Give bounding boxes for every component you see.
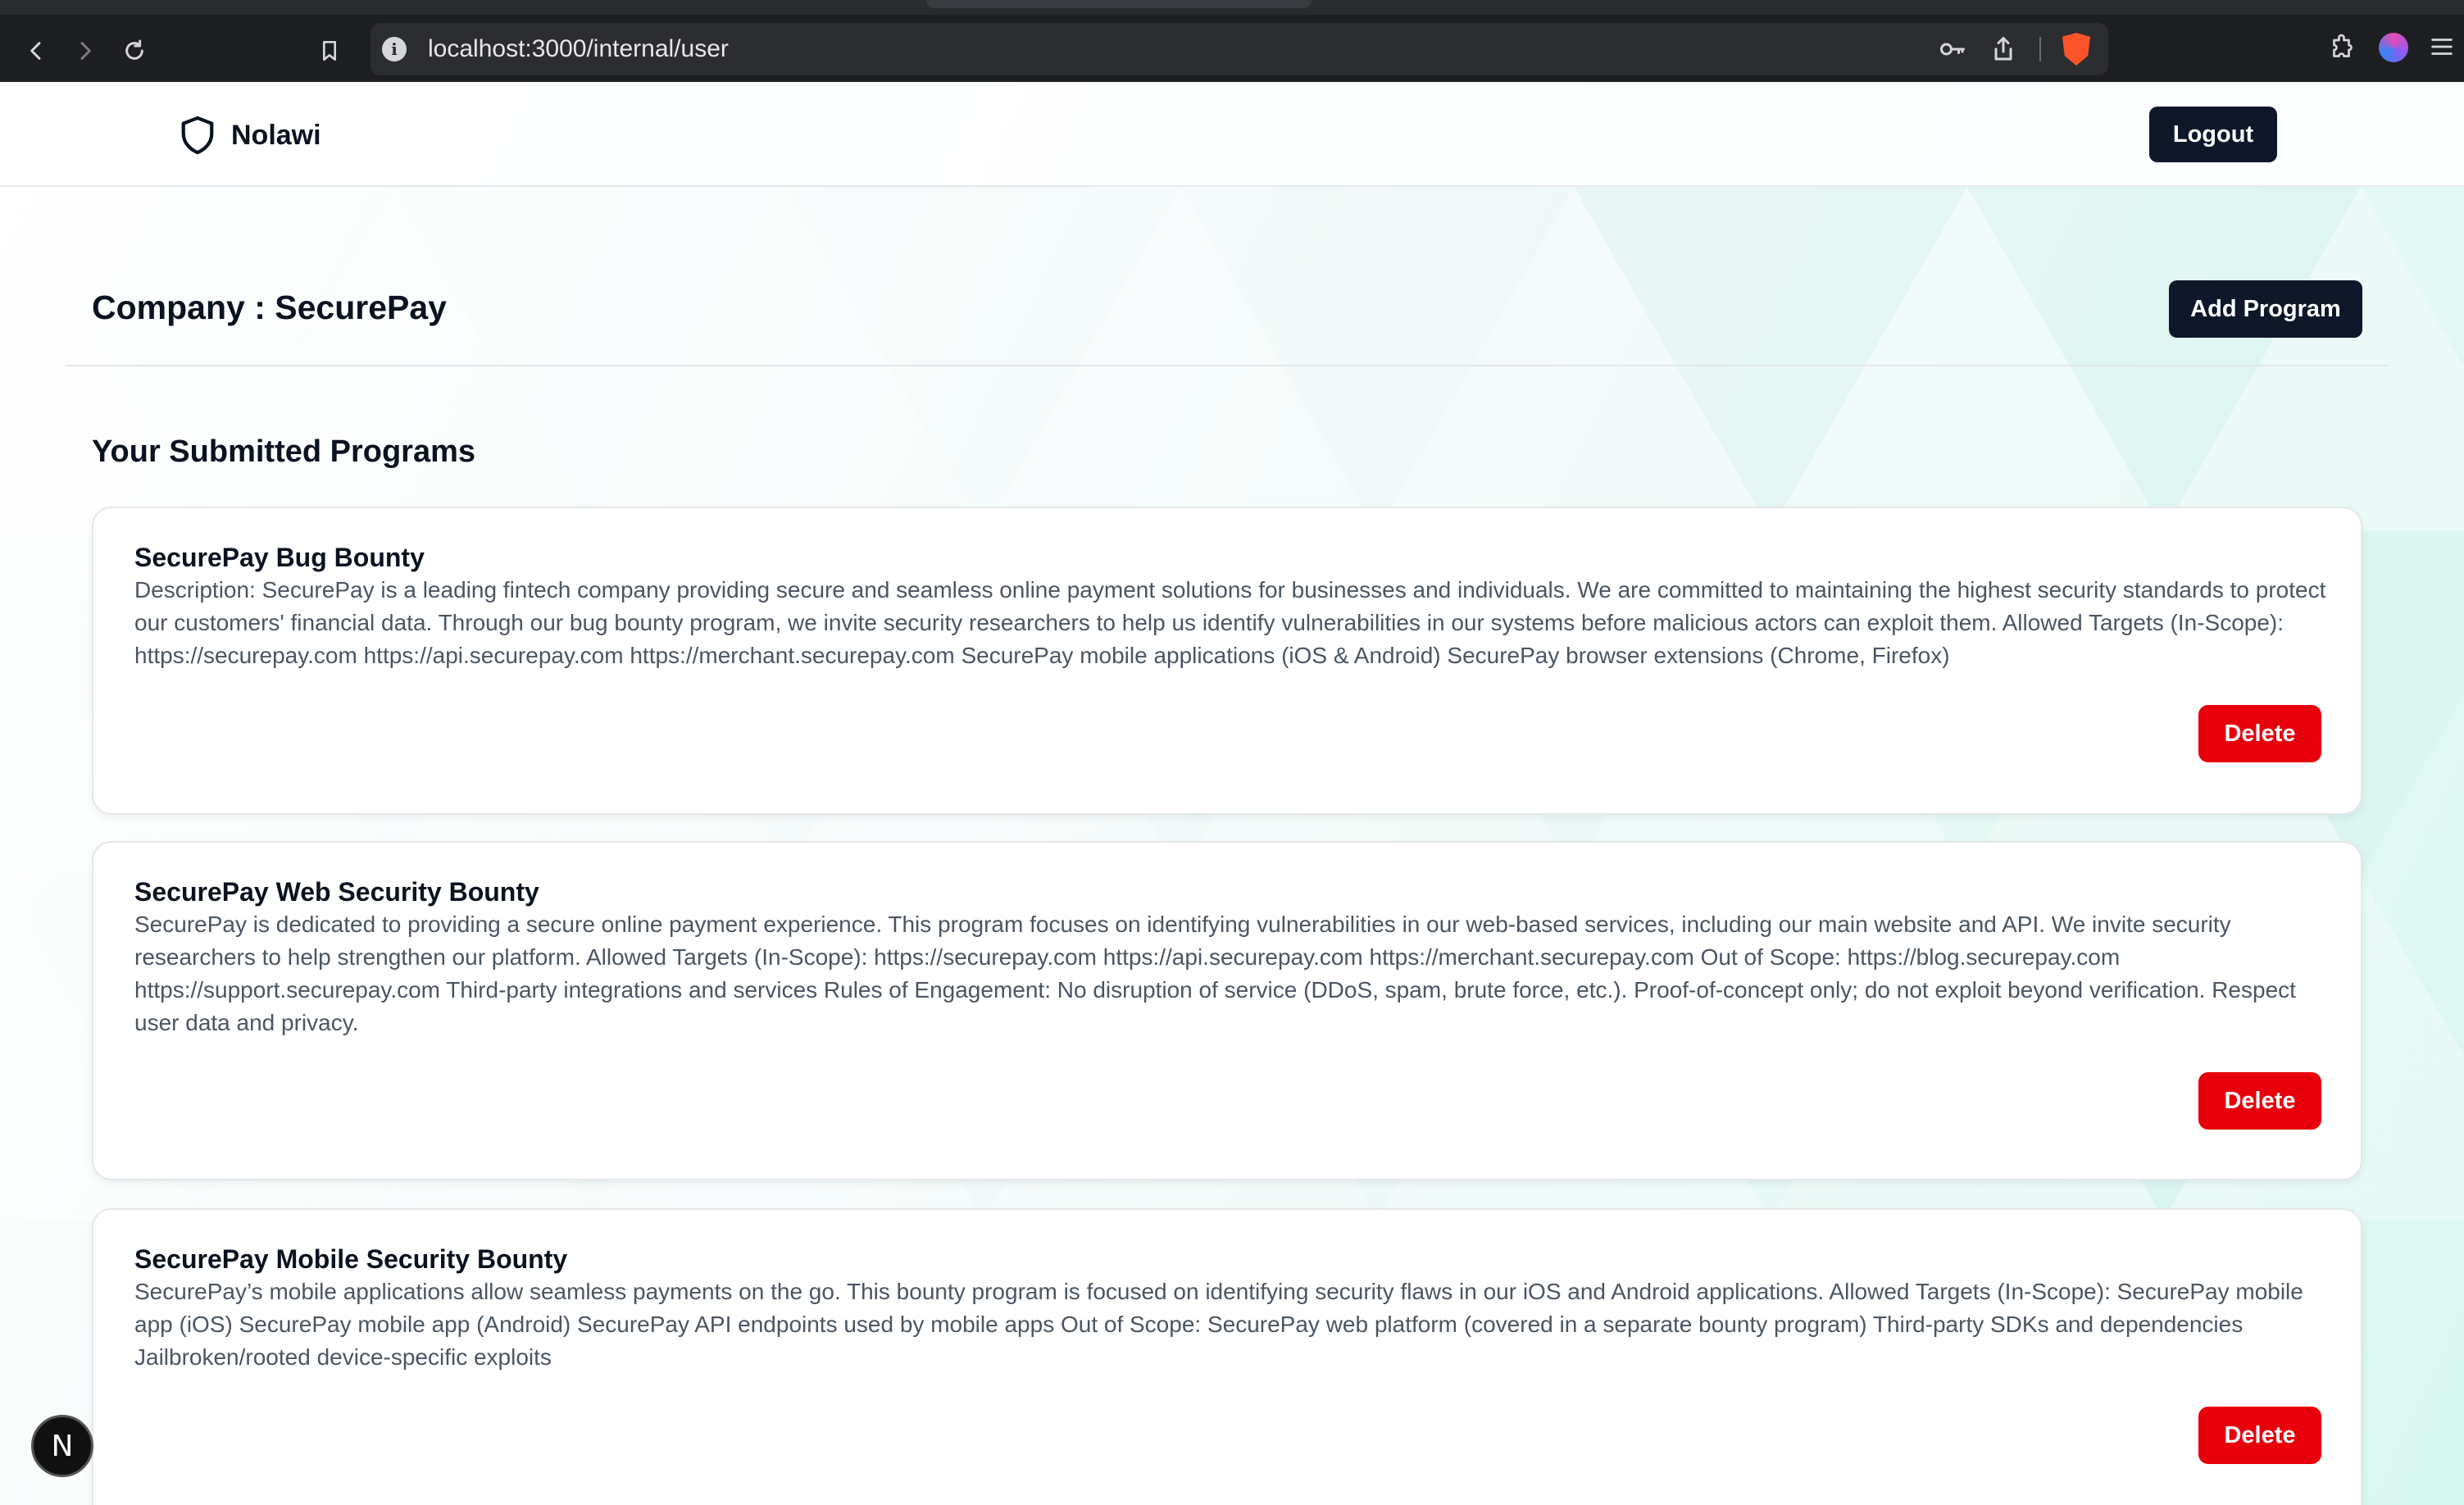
brave-shield-icon[interactable] [2062,33,2090,66]
address-bar[interactable]: i localhost:3000/internal/user [371,23,2108,75]
program-card: SecurePay Mobile Security Bounty SecureP… [92,1208,2362,1505]
active-tab-edge[interactable] [926,0,1312,8]
delete-button[interactable]: Delete [2198,1407,2321,1464]
program-card: SecurePay Bug Bounty Description: Secure… [92,507,2362,815]
back-icon[interactable] [18,33,54,69]
app-header: Nolawi Logout [0,82,2464,187]
delete-button[interactable]: Delete [2198,1072,2321,1130]
program-title: SecurePay Mobile Security Bounty [134,1244,568,1274]
browser-toolbar: i localhost:3000/internal/user [0,0,2464,82]
shield-icon [181,116,214,155]
forward-icon[interactable] [67,33,103,69]
site-info-icon[interactable]: i [382,37,407,61]
extensions-icon[interactable] [2328,33,2357,62]
url-text[interactable]: localhost:3000/internal/user [428,35,729,63]
program-description: SecurePay is dedicated to providing a se… [134,912,2296,1035]
brand-name: Nolawi [231,119,321,151]
app-page: Nolawi Logout Company : SecurePay Add Pr… [0,82,2464,1505]
program-title: SecurePay Web Security Bounty [134,877,539,907]
company-title: Company : SecurePay [92,289,447,326]
divider [66,365,2389,366]
add-program-button[interactable]: Add Program [2169,280,2362,338]
reload-icon[interactable] [116,33,152,69]
profile-icon[interactable] [2379,33,2408,62]
section-title: Your Submitted Programs [92,434,476,469]
logout-button[interactable]: Logout [2149,107,2277,162]
program-description: SecurePay’s mobile applications allow se… [134,1279,2303,1370]
bookmark-icon[interactable] [311,33,348,69]
menu-icon[interactable] [2428,33,2456,61]
toolbar-separator [2039,37,2041,61]
dev-tools-badge[interactable]: N [31,1415,93,1477]
program-title: SecurePay Bug Bounty [134,543,425,572]
delete-button[interactable]: Delete [2198,705,2321,762]
brand[interactable]: Nolawi [179,115,321,156]
program-card: SecurePay Web Security Bounty SecurePay … [92,841,2362,1180]
password-key-icon[interactable] [1938,34,1967,64]
program-description: Description: SecurePay is a leading fint… [134,577,2326,668]
share-icon[interactable] [1989,34,2018,64]
